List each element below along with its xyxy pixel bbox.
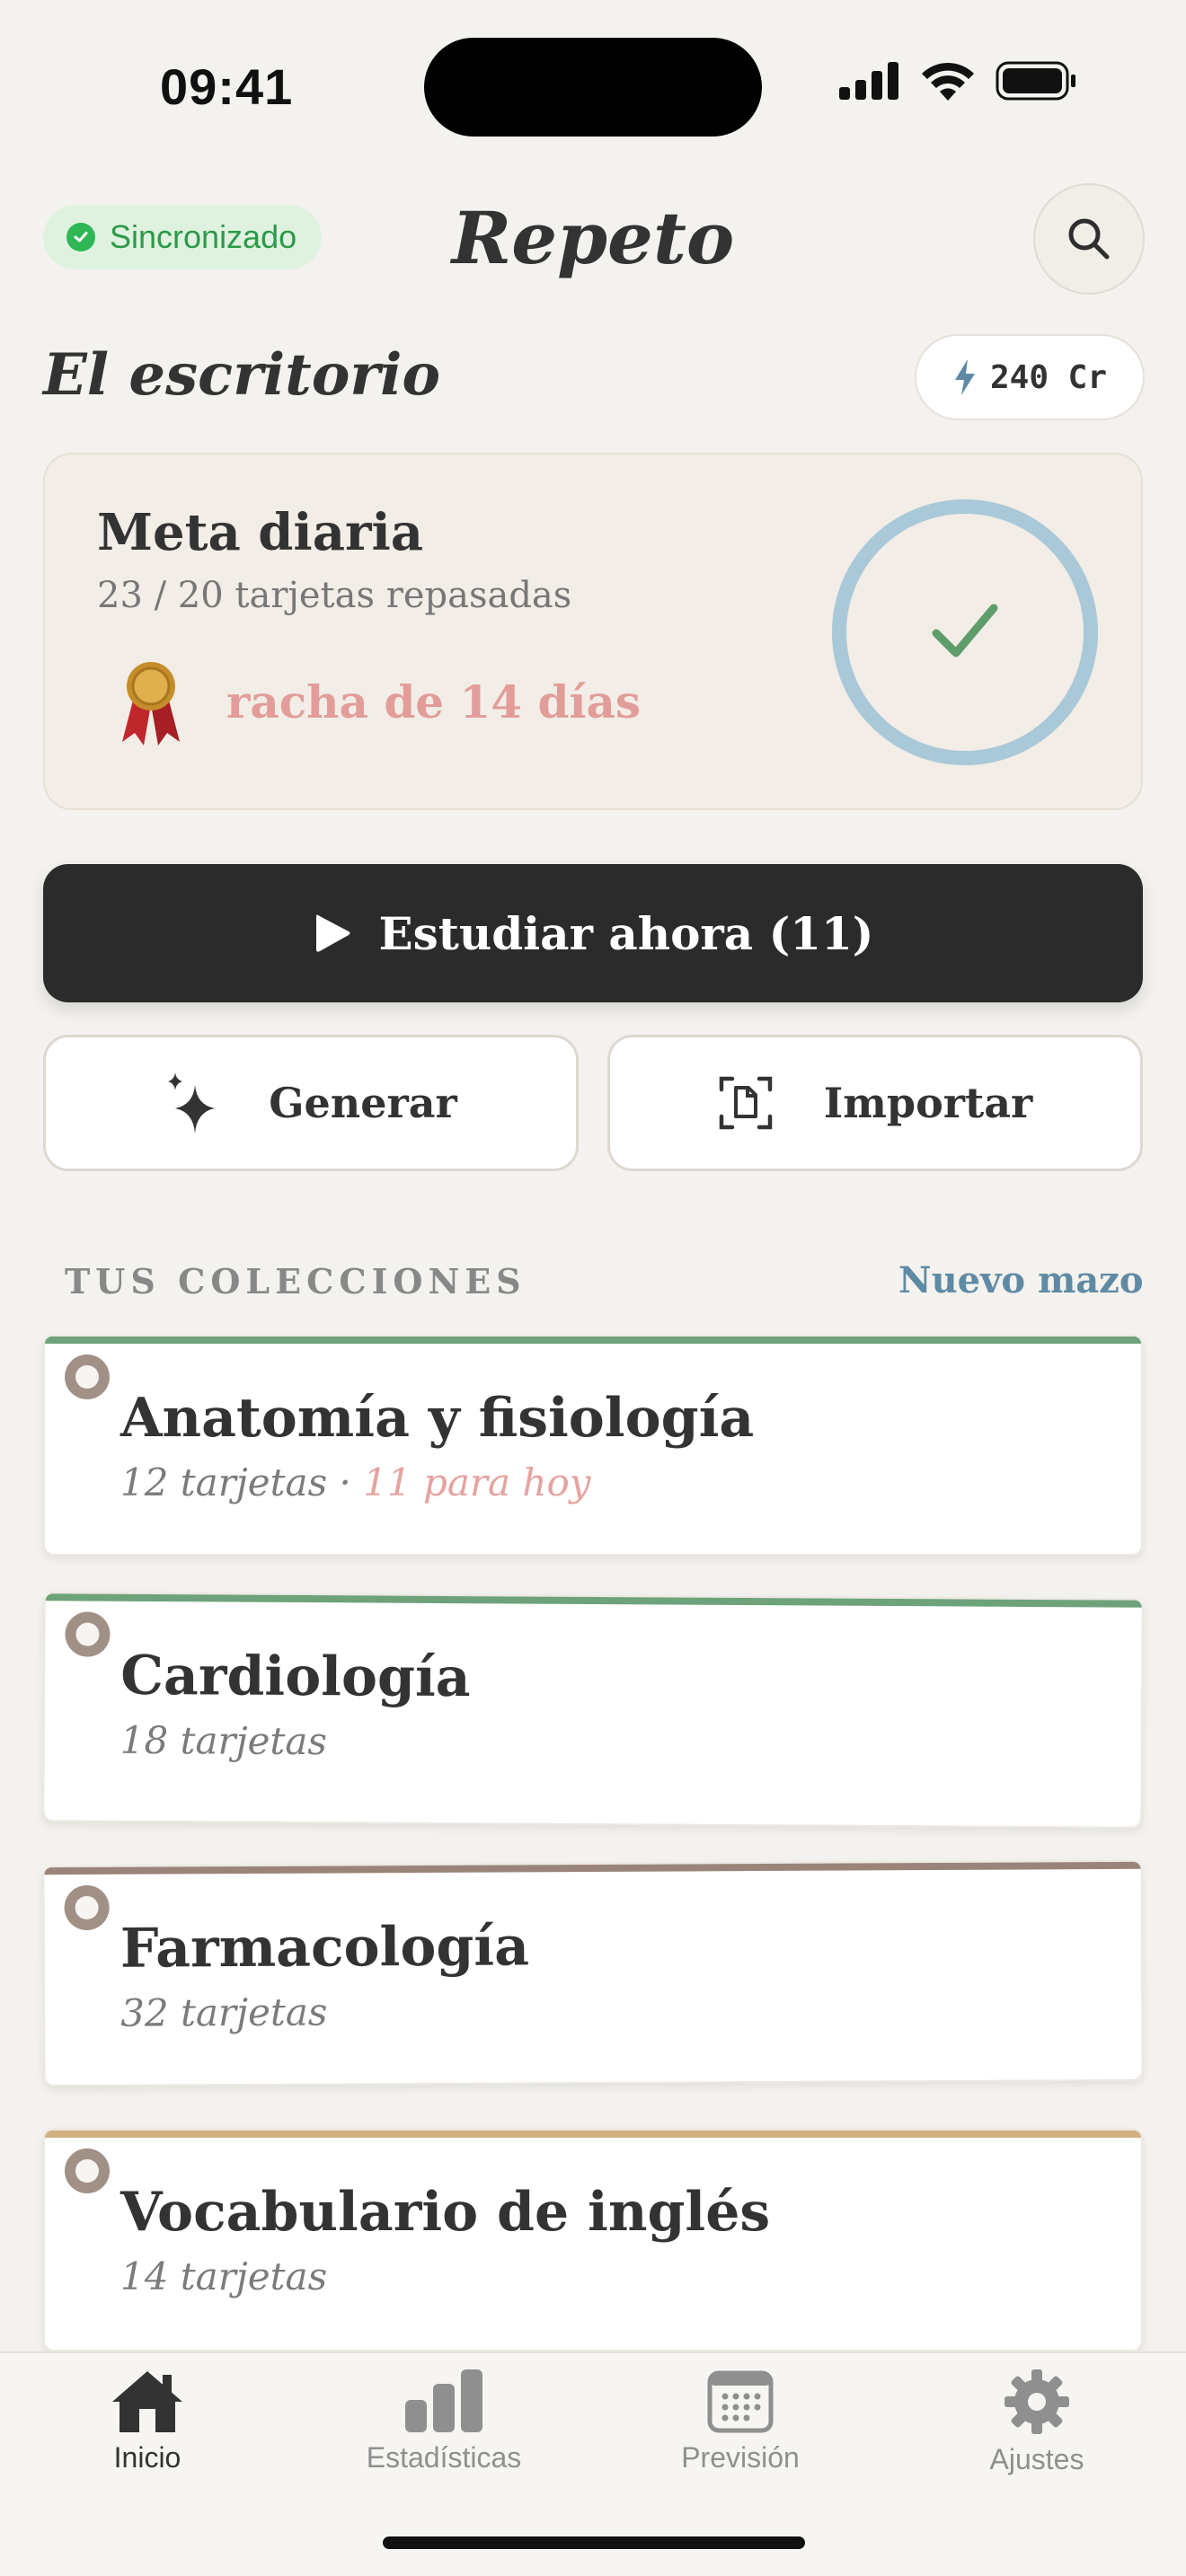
search-icon — [1068, 218, 1110, 260]
daily-goal-title: Meta diaria — [97, 503, 424, 562]
tab-label: Estadísticas — [366, 2441, 522, 2474]
bar-chart-icon — [405, 2369, 482, 2432]
calendar-icon — [707, 2370, 774, 2433]
deck-due-count: 11 para hoy — [363, 1460, 591, 1504]
signal-icon — [839, 62, 898, 100]
deck-card[interactable]: Anatomía y fisiología 12 tarjetas · 11 p… — [43, 1335, 1143, 1556]
deck-meta: 14 tarjetas — [120, 2254, 327, 2298]
app-title: Repeto — [451, 196, 735, 280]
binder-ring-icon — [65, 1354, 110, 1399]
import-button[interactable]: Importar — [607, 1035, 1143, 1171]
deck-title: Cardiología — [120, 1644, 471, 1710]
binder-ring-icon — [64, 1884, 110, 1931]
deck-card[interactable]: Vocabulario de inglés 14 tarjetas — [43, 2129, 1143, 2351]
battery-icon — [996, 61, 1075, 101]
import-label: Importar — [823, 1079, 1033, 1127]
tab-forecast[interactable]: Previsión — [633, 2368, 848, 2475]
section-title: El escritorio — [43, 341, 441, 409]
deck-card[interactable]: Farmacología 32 tarjetas — [42, 1859, 1144, 2087]
deck-title: Vocabulario de inglés — [120, 2181, 771, 2244]
tab-settings[interactable]: Ajustes — [929, 2368, 1145, 2476]
document-scan-icon — [719, 1076, 772, 1130]
gear-icon — [1005, 2369, 1069, 2434]
checkmark-icon — [932, 604, 998, 657]
deck-card-count: 12 tarjetas — [120, 1460, 328, 1504]
home-icon — [112, 2371, 182, 2432]
tab-home[interactable]: Inicio — [40, 2368, 255, 2475]
deck-card-count: 32 tarjetas — [120, 1989, 328, 2035]
collections-heading: TUS COLECCIONES — [65, 1261, 527, 1301]
daily-goal-progress: 23 / 20 tarjetas repasadas — [97, 575, 572, 616]
wifi-icon — [922, 62, 974, 101]
credits-badge[interactable]: 240 Cr — [915, 334, 1145, 420]
play-icon — [315, 914, 350, 952]
status-icons — [839, 61, 1076, 101]
deck-meta: 12 tarjetas · 11 para hoy — [120, 1460, 590, 1504]
generate-label: Generar — [269, 1079, 457, 1127]
generate-button[interactable]: Generar — [43, 1035, 579, 1171]
deck-color-bar — [45, 1337, 1141, 1344]
binder-ring-icon — [65, 2148, 110, 2193]
lightning-icon — [954, 359, 975, 395]
sparkles-icon — [168, 1072, 216, 1134]
goal-progress-ring — [832, 499, 1098, 765]
tab-label: Ajustes — [989, 2443, 1084, 2475]
tab-statistics[interactable]: Estadísticas — [336, 2368, 552, 2475]
tab-label: Inicio — [113, 2441, 181, 2474]
study-now-label: Estudiar ahora (11) — [378, 906, 874, 960]
streak-label: racha de 14 días — [226, 675, 642, 728]
new-deck-link[interactable]: Nuevo mazo — [898, 1259, 1144, 1301]
deck-title: Farmacología — [119, 1915, 530, 1981]
deck-meta: 32 tarjetas — [120, 1990, 327, 2035]
tab-label: Previsión — [681, 2441, 800, 2474]
deck-color-bar — [45, 1593, 1142, 1608]
search-button[interactable] — [1033, 183, 1145, 295]
credits-value: 240 Cr — [989, 358, 1108, 396]
deck-meta-separator: · — [327, 1460, 364, 1504]
deck-meta: 18 tarjetas — [120, 1718, 327, 1763]
dynamic-island — [424, 38, 762, 137]
deck-title: Anatomía y fisiología — [120, 1387, 755, 1450]
medal-icon — [122, 662, 180, 745]
status-time: 09:41 — [160, 58, 294, 115]
deck-card[interactable]: Cardiología 18 tarjetas — [42, 1592, 1144, 1829]
home-indicator — [383, 2536, 805, 2549]
deck-card-count: 14 tarjetas — [120, 2254, 328, 2298]
deck-color-bar — [45, 2130, 1141, 2138]
deck-card-count: 18 tarjetas — [119, 1717, 328, 1764]
deck-color-bar — [44, 1861, 1141, 1875]
binder-ring-icon — [65, 1611, 111, 1657]
study-now-button[interactable]: Estudiar ahora (11) — [43, 864, 1143, 1002]
